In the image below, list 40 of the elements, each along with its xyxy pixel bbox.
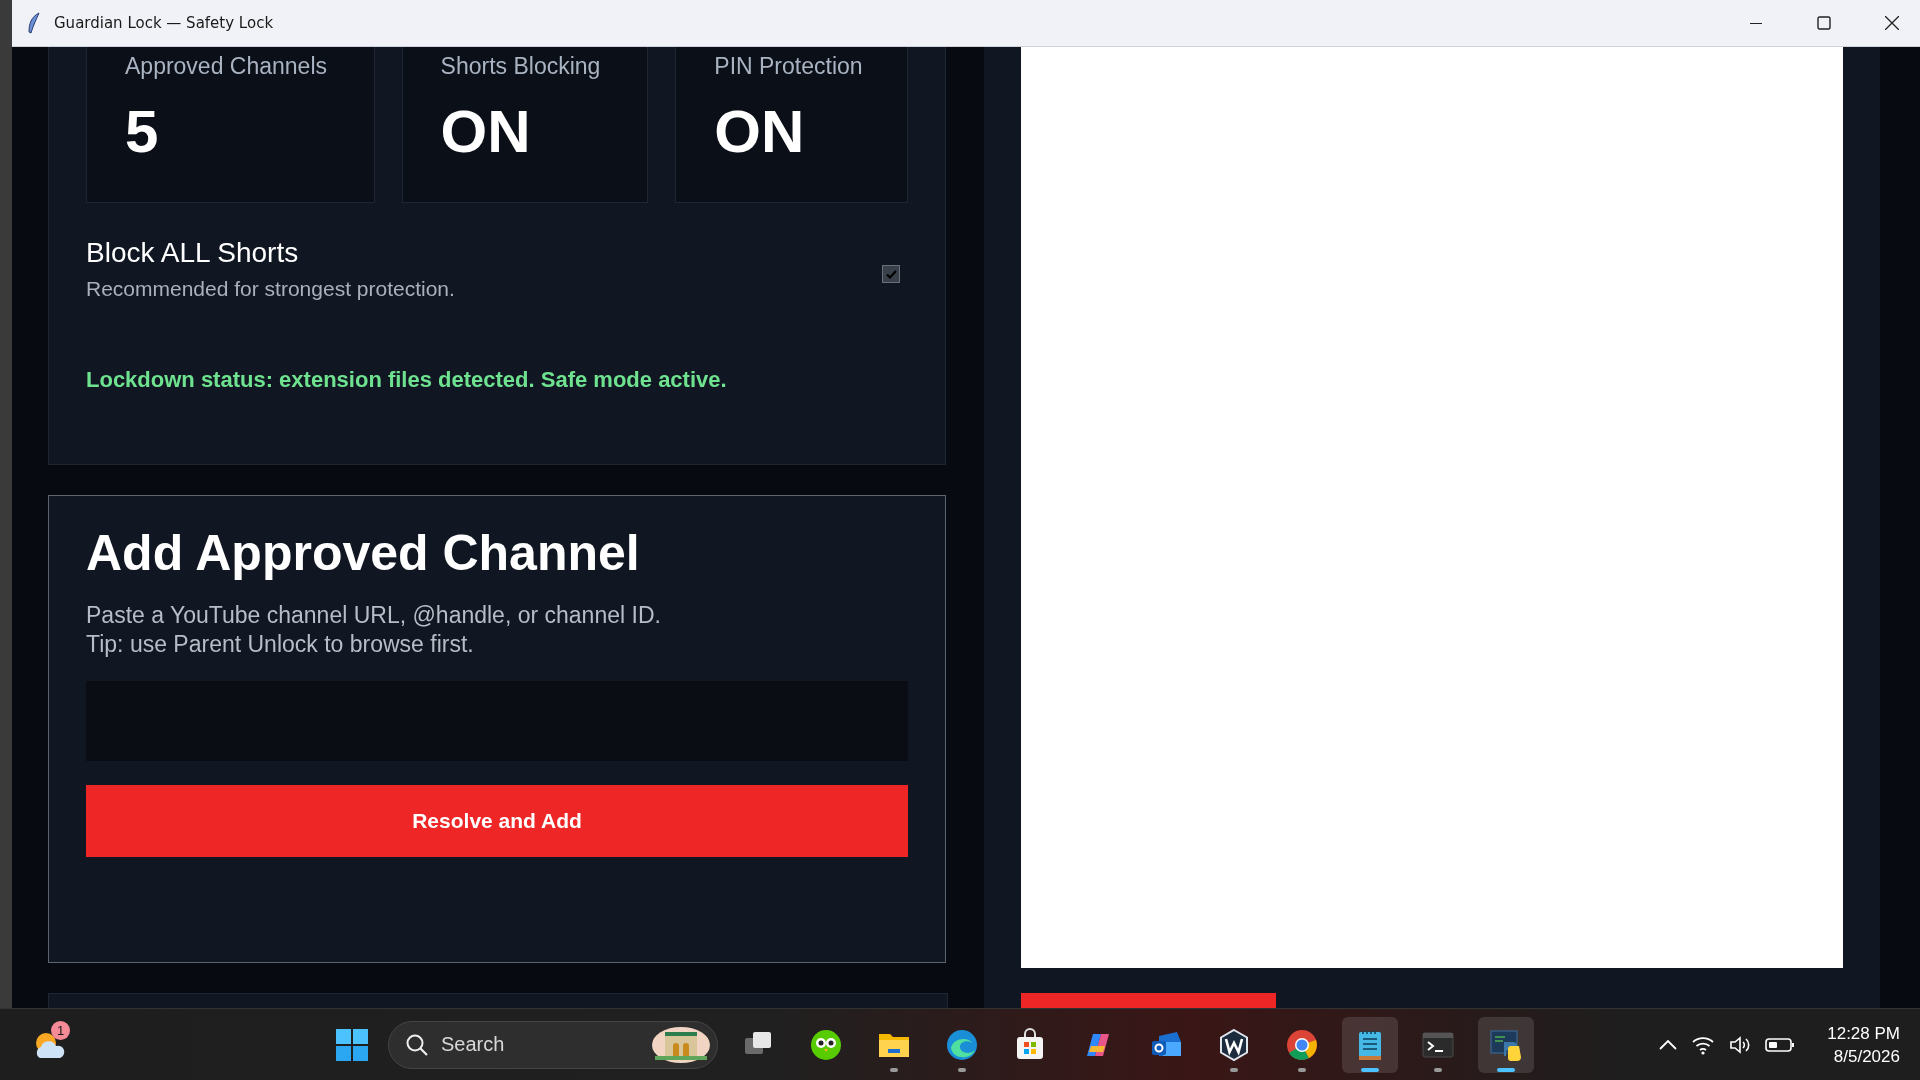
stat-value: ON [714, 102, 806, 162]
feather-icon [26, 12, 42, 34]
wifi-icon [1691, 1034, 1716, 1055]
taskbar-app-button[interactable] [1478, 1016, 1534, 1073]
stat-label: Shorts Blocking [440, 53, 602, 80]
stat-value: ON [440, 102, 532, 162]
status-message: Lockdown status: extension files detected. Safe mode active. [86, 367, 728, 393]
search-icon [405, 1032, 429, 1057]
search-field[interactable]: Search [388, 1020, 718, 1069]
help-text: Paste a YouTube channel URL, @handle, or channel ID. [86, 601, 662, 630]
stat-value: 5 [125, 102, 160, 162]
stat-label: PIN Protection [714, 53, 864, 80]
chrome-logo-icon [1285, 1027, 1319, 1062]
battery-icon [1765, 1036, 1796, 1053]
close-icon [1885, 16, 1899, 30]
chevron-up-icon [1659, 1038, 1678, 1051]
setting-title: Block ALL Shorts [86, 237, 300, 269]
hexagon-icon [1217, 1027, 1251, 1062]
check-icon [885, 269, 897, 279]
stat-label: Approved Channels [125, 53, 329, 80]
search-placeholder: Search [441, 1033, 506, 1056]
help-text: Tip: use Parent Unlock to browse first. [86, 630, 475, 659]
windows-logo-icon [335, 1027, 369, 1062]
window-title: Guardian Lock — Safety Lock [54, 14, 274, 32]
resolve-and-add-button[interactable]: Resolve and Add [86, 785, 908, 857]
clock-date: 8/5/2026 [1833, 1045, 1900, 1068]
building-drawing [651, 1025, 711, 1064]
clock-time: 12:28 PM [1827, 1022, 1900, 1045]
maximize-icon [1817, 16, 1831, 30]
owl-icon [809, 1027, 843, 1062]
swirl-icon [945, 1027, 979, 1062]
clock[interactable]: 12:28 PM 8/5/2026 [1827, 1021, 1900, 1068]
notification-badge: 1 [51, 1020, 70, 1040]
section-title: Add Approved Channel [86, 526, 641, 581]
checkbox[interactable] [882, 265, 900, 283]
weather-button[interactable]: 1 [24, 1018, 74, 1071]
setting-description: Recommended for strongest protection. [86, 277, 455, 301]
speaker-icon [1729, 1034, 1752, 1055]
snake-logo-icon [1489, 1027, 1523, 1062]
taskbar-app-button[interactable] [1342, 1016, 1398, 1073]
